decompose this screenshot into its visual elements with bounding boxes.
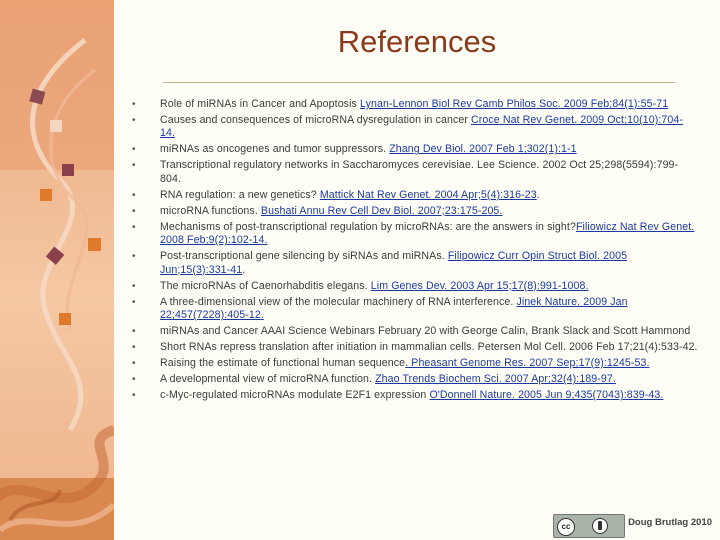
- reference-link[interactable]: . Pheasant Genome Res. 2007 Sep;17(9):12…: [405, 357, 649, 369]
- reference-item: • The microRNAs of Caenorhabditis elegans…: [132, 280, 698, 293]
- reference-item: • Raising the estimate of functional huma…: [132, 357, 698, 370]
- bullet-icon: •: [132, 189, 136, 201]
- reference-item: • Short RNAs repress translation after in…: [132, 341, 698, 354]
- bullet-icon: •: [132, 251, 136, 263]
- reference-list: • Role of miRNAs in Cancer and Apoptosis …: [132, 98, 698, 405]
- bullet-icon: •: [132, 280, 136, 292]
- bullet-icon: •: [132, 221, 136, 233]
- reference-text: Post-transcriptional gene silencing by s…: [160, 250, 448, 263]
- reference-item: • Causes and consequences of microRNA dys…: [132, 114, 698, 141]
- reference-item: • microRNA functions. Bushati Annu Rev Ce…: [132, 205, 698, 218]
- reference-item: • Post-transcriptional gene silencing by …: [132, 250, 698, 277]
- reference-text: Causes and consequences of microRNA dysr…: [160, 114, 472, 126]
- reference-text: Raising the estimate of functional human…: [160, 357, 406, 370]
- attribution-person-icon: [592, 518, 608, 534]
- cc-icon: cc: [557, 518, 575, 536]
- title-divider: [163, 82, 675, 83]
- reference-text: Transcriptional regulatory networks in S…: [160, 159, 679, 185]
- bullet-icon: •: [132, 358, 136, 370]
- reference-text: A developmental view of microRNA functio…: [160, 373, 376, 386]
- reference-item: • Mechanisms of post-transcriptional regu…: [132, 221, 698, 248]
- reference-item: • miRNAs as oncogenes and tumor suppresso…: [132, 143, 698, 156]
- bullet-icon: •: [132, 342, 136, 354]
- reference-text: Short RNAs repress translation after ini…: [160, 341, 698, 354]
- bullet-icon: •: [132, 99, 136, 110]
- bullet-icon: •: [132, 390, 136, 402]
- reference-text: c-Myc-regulated microRNAs modulate E2F1 …: [160, 389, 430, 402]
- bullet-icon: •: [132, 374, 136, 386]
- decorative-side-panel: [0, 0, 114, 540]
- reference-item: • Transcriptional regulatory networks in …: [132, 159, 698, 186]
- reference-link[interactable]: Lynan-Lennon Biol Rev Camb Philos Soc. 2…: [360, 98, 668, 110]
- reference-item: • c-Myc-regulated microRNAs modulate E2F1…: [132, 389, 698, 402]
- page-title: References: [337, 24, 497, 59]
- reference-text: Mechanisms of post-transcriptional regul…: [160, 220, 576, 233]
- bullet-icon: •: [132, 326, 136, 338]
- rna-strand-illustration: [0, 0, 114, 540]
- reference-text: The microRNAs of Caenorhabditis elegans.: [160, 279, 371, 292]
- reference-item: • A developmental view of microRNA functi…: [132, 373, 698, 386]
- reference-item: • A three-dimensional view of the molecul…: [132, 296, 698, 323]
- reference-link[interactable]: Lim Genes Dev. 2003 Apr 15;17(8):991-100…: [371, 280, 589, 292]
- reference-item: • miRNAs and Cancer AAAI Science Webinars…: [132, 325, 698, 338]
- reference-link[interactable]: Zhao Trends Biochem Sci. 2007 Apr;32(4):…: [375, 373, 616, 385]
- reference-link[interactable]: Zhang Dev Biol. 2007 Feb 1;302(1):1-1: [389, 143, 576, 155]
- bullet-icon: •: [132, 296, 136, 308]
- reference-text: RNA regulation: a new genetics?: [160, 188, 320, 201]
- bullet-icon: •: [132, 160, 136, 172]
- bullet-icon: •: [132, 144, 136, 156]
- reference-suffix: .: [242, 263, 246, 276]
- reference-link[interactable]: O'Donnell Nature. 2005 Jun 9;435(7043):8…: [429, 389, 663, 401]
- reference-link[interactable]: Bushati Annu Rev Cell Dev Biol. 2007;23:…: [261, 205, 503, 217]
- footer-author: Doug Brutlag 2010: [628, 517, 712, 528]
- reference-text: miRNAs and Cancer AAAI Science Webinars …: [160, 325, 691, 338]
- bullet-icon: •: [132, 115, 136, 126]
- reference-text: miRNAs as oncogenes and tumor suppressor…: [160, 143, 390, 156]
- reference-text: A three-dimensional view of the molecula…: [160, 295, 517, 308]
- reference-link[interactable]: Mattick Nat Rev Genet. 2004 Apr;5(4):316…: [320, 189, 537, 201]
- reference-item: • RNA regulation: a new genetics? Mattick…: [132, 189, 698, 202]
- reference-item: • Role of miRNAs in Cancer and Apoptosis …: [132, 98, 698, 111]
- bullet-icon: •: [132, 205, 136, 217]
- reference-text: Role of miRNAs in Cancer and Apoptosis: [160, 98, 360, 110]
- reference-suffix: .: [536, 188, 540, 201]
- cc-license-badge[interactable]: cc: [553, 514, 625, 538]
- reference-text: microRNA functions.: [160, 204, 261, 217]
